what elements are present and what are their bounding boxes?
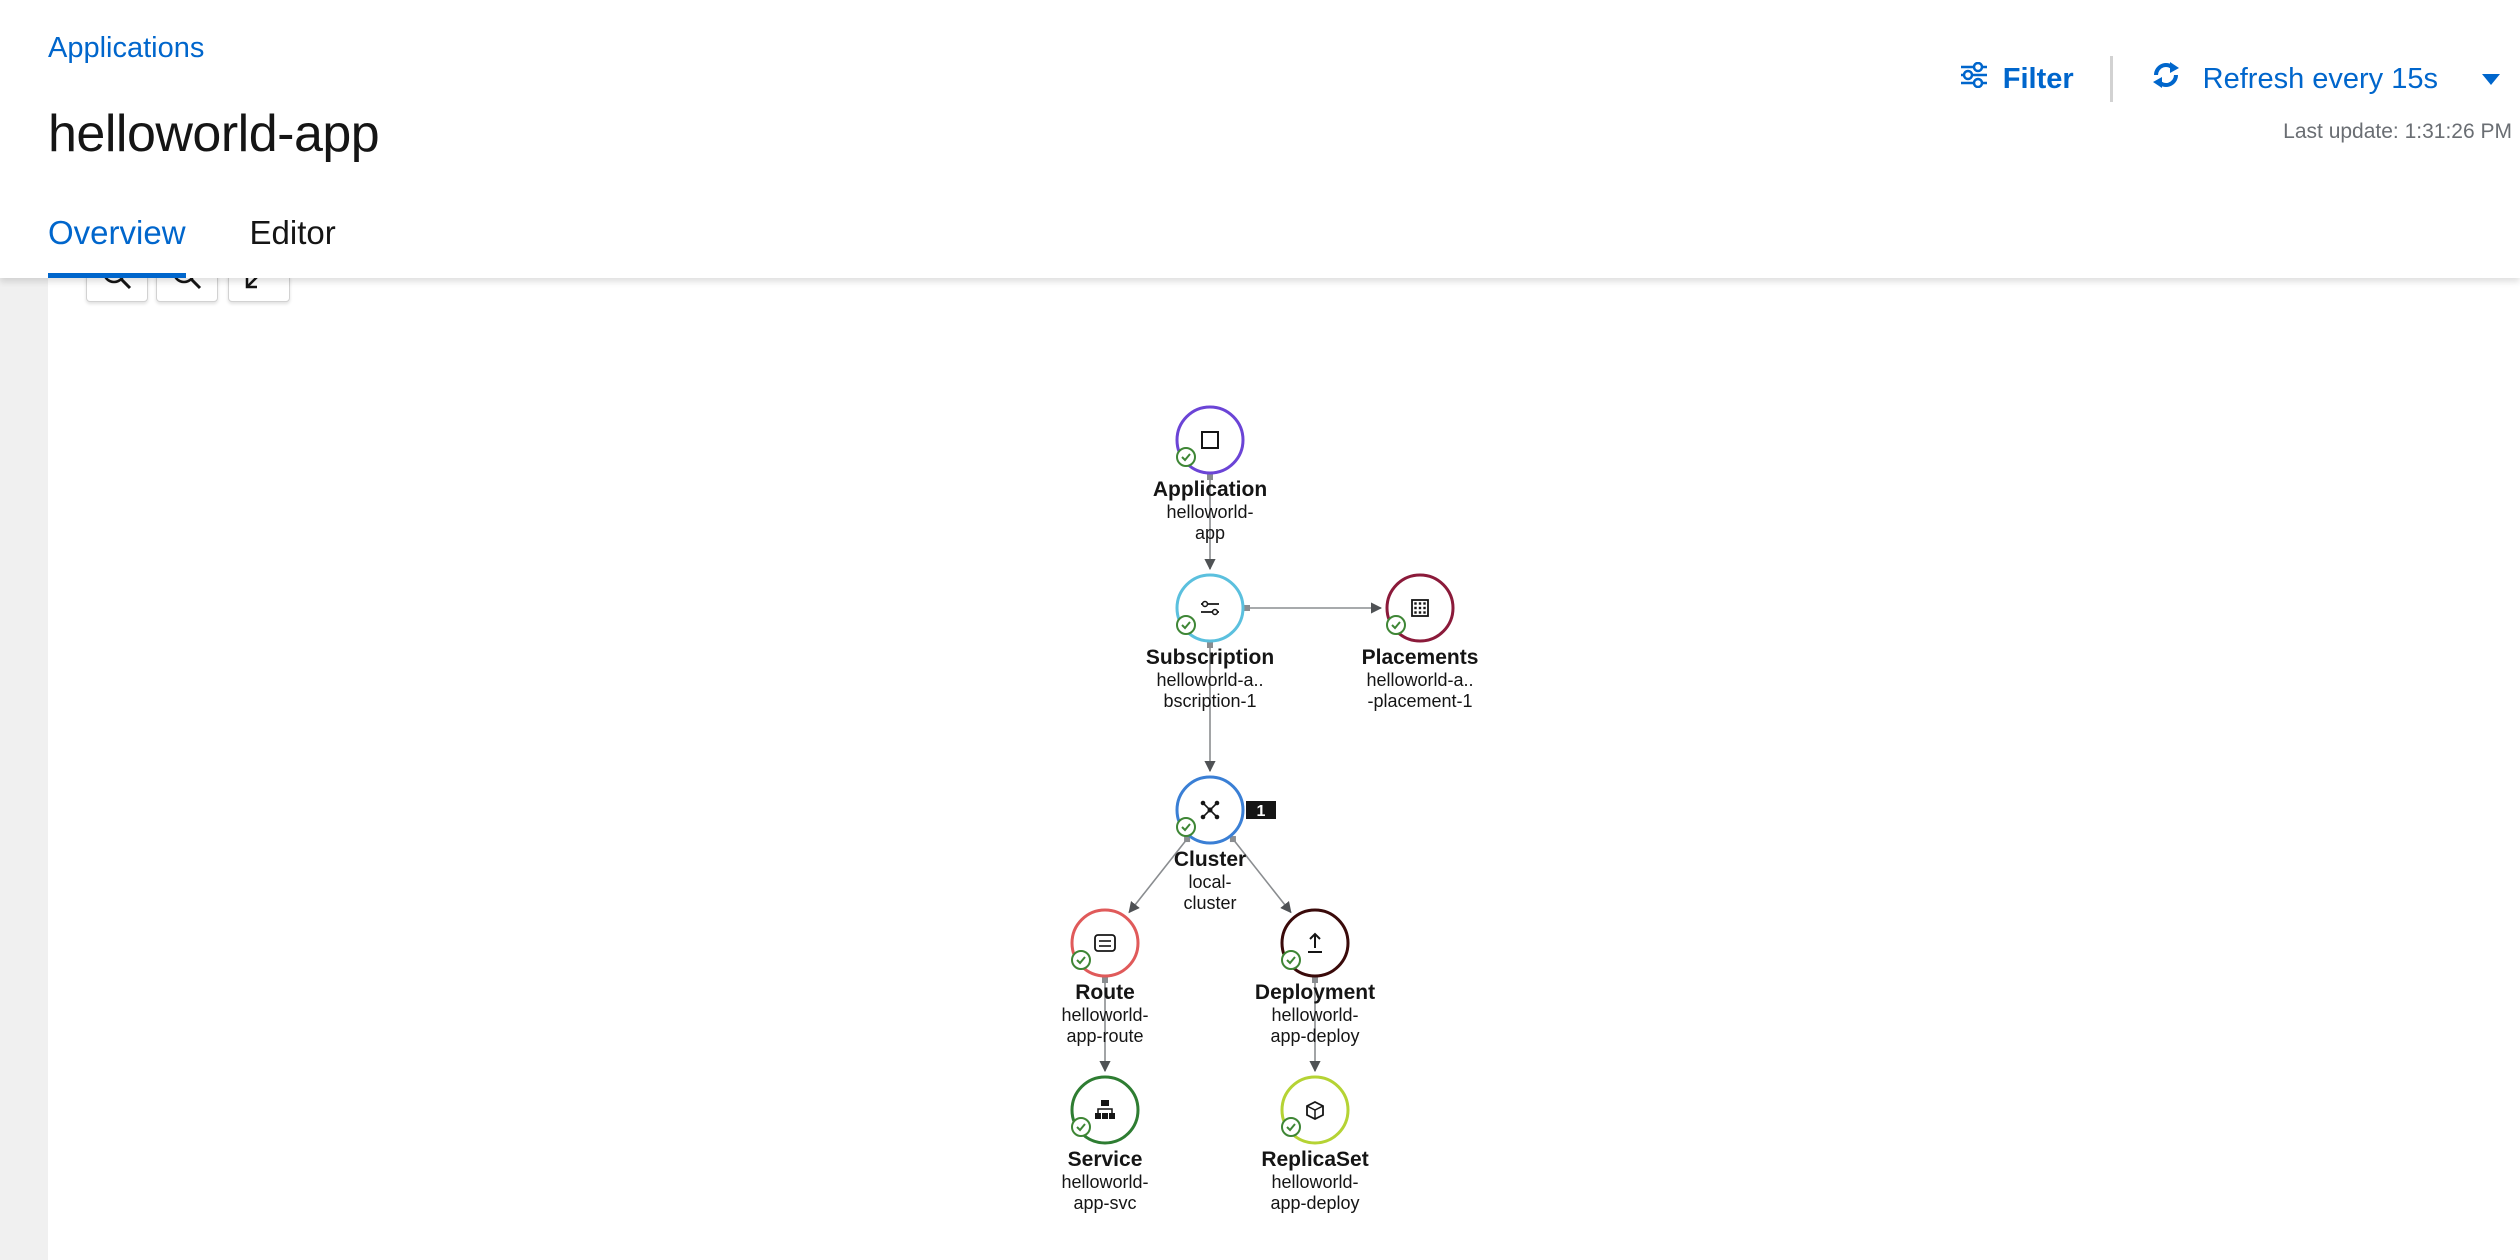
node-title: Placements — [1362, 646, 1479, 669]
node-subtitle: helloworld- — [1166, 502, 1253, 522]
node-title: Service — [1068, 1148, 1143, 1171]
node-subtitle: helloworld- — [1271, 1172, 1358, 1192]
status-ok-icon — [1176, 817, 1196, 837]
placements-icon — [1411, 599, 1429, 617]
node-subtitle: helloworld-a.. — [1156, 670, 1263, 690]
tab-editor[interactable]: Editor — [250, 214, 336, 278]
status-ok-icon — [1281, 950, 1301, 970]
node-subtitle: -placement-1 — [1367, 691, 1472, 711]
node-subtitle: helloworld- — [1061, 1005, 1148, 1025]
status-ok-icon — [1176, 447, 1196, 467]
node-subtitle: app — [1195, 523, 1225, 543]
node-title: Route — [1075, 981, 1135, 1004]
node-placements[interactable]: Placementshelloworld-a..-placement-1 — [1362, 573, 1479, 711]
caret-down-icon — [2482, 73, 2500, 85]
breadcrumb-applications[interactable]: Applications — [48, 32, 204, 65]
page-header: Applications helloworld-app Overview Edi… — [0, 0, 2520, 278]
node-title: Application — [1153, 478, 1267, 501]
status-ok-icon — [1281, 1117, 1301, 1137]
refresh-interval-dropdown[interactable]: Refresh every 15s — [2129, 58, 2520, 100]
topology-graph: Applicationhelloworld-appSubscriptionhel… — [1061, 405, 1479, 1213]
filter-button[interactable]: Filter — [1939, 61, 2094, 96]
node-title: Cluster — [1174, 848, 1246, 871]
node-subtitle: helloworld- — [1061, 1172, 1148, 1192]
node-subtitle: app-route — [1066, 1026, 1143, 1046]
refresh-icon — [2149, 58, 2183, 100]
tab-overview[interactable]: Overview — [48, 214, 186, 278]
filter-label: Filter — [2002, 62, 2074, 95]
page-title: helloworld-app — [48, 105, 380, 163]
badge-label: 1 — [1257, 803, 1266, 820]
node-subtitle: bscription-1 — [1163, 691, 1256, 711]
node-subtitle: app-svc — [1073, 1193, 1136, 1213]
status-ok-icon — [1176, 615, 1196, 635]
status-ok-icon — [1071, 1117, 1091, 1137]
node-title: ReplicaSet — [1261, 1148, 1368, 1171]
node-replicaset[interactable]: ReplicaSethelloworld-app-deploy — [1261, 1075, 1369, 1213]
filter-icon — [1959, 61, 1989, 96]
toolbar-divider — [2109, 56, 2113, 102]
toolbar: Filter Refresh every 15s — [1939, 54, 2520, 104]
tab-bar: Overview Editor — [48, 214, 400, 278]
node-subtitle: app-deploy — [1270, 1026, 1359, 1046]
node-cluster[interactable]: 1 Clusterlocal-cluster — [1174, 775, 1276, 913]
status-ok-icon — [1071, 950, 1091, 970]
node-service[interactable]: Servicehelloworld-app-svc — [1061, 1075, 1149, 1213]
node-subtitle: helloworld-a.. — [1366, 670, 1473, 690]
last-update-text: Last update: 1:31:26 PM — [2283, 120, 2512, 143]
refresh-label: Refresh every 15s — [2202, 62, 2438, 95]
node-subtitle: cluster — [1183, 893, 1236, 913]
node-subtitle: helloworld- — [1271, 1005, 1358, 1025]
node-title: Deployment — [1255, 981, 1375, 1004]
node-subtitle: app-deploy — [1270, 1193, 1359, 1213]
status-ok-icon — [1386, 615, 1406, 635]
nodes-layer: Applicationhelloworld-appSubscriptionhel… — [1061, 405, 1479, 1213]
topology-canvas[interactable]: Application helloworld-app Subscription hel… — [48, 278, 2520, 1260]
node-title: Subscription — [1146, 646, 1274, 669]
node-subtitle: local- — [1188, 872, 1231, 892]
cluster-count-badge: 1 — [1246, 801, 1276, 820]
edge-subscription-placements — [1244, 602, 1383, 614]
